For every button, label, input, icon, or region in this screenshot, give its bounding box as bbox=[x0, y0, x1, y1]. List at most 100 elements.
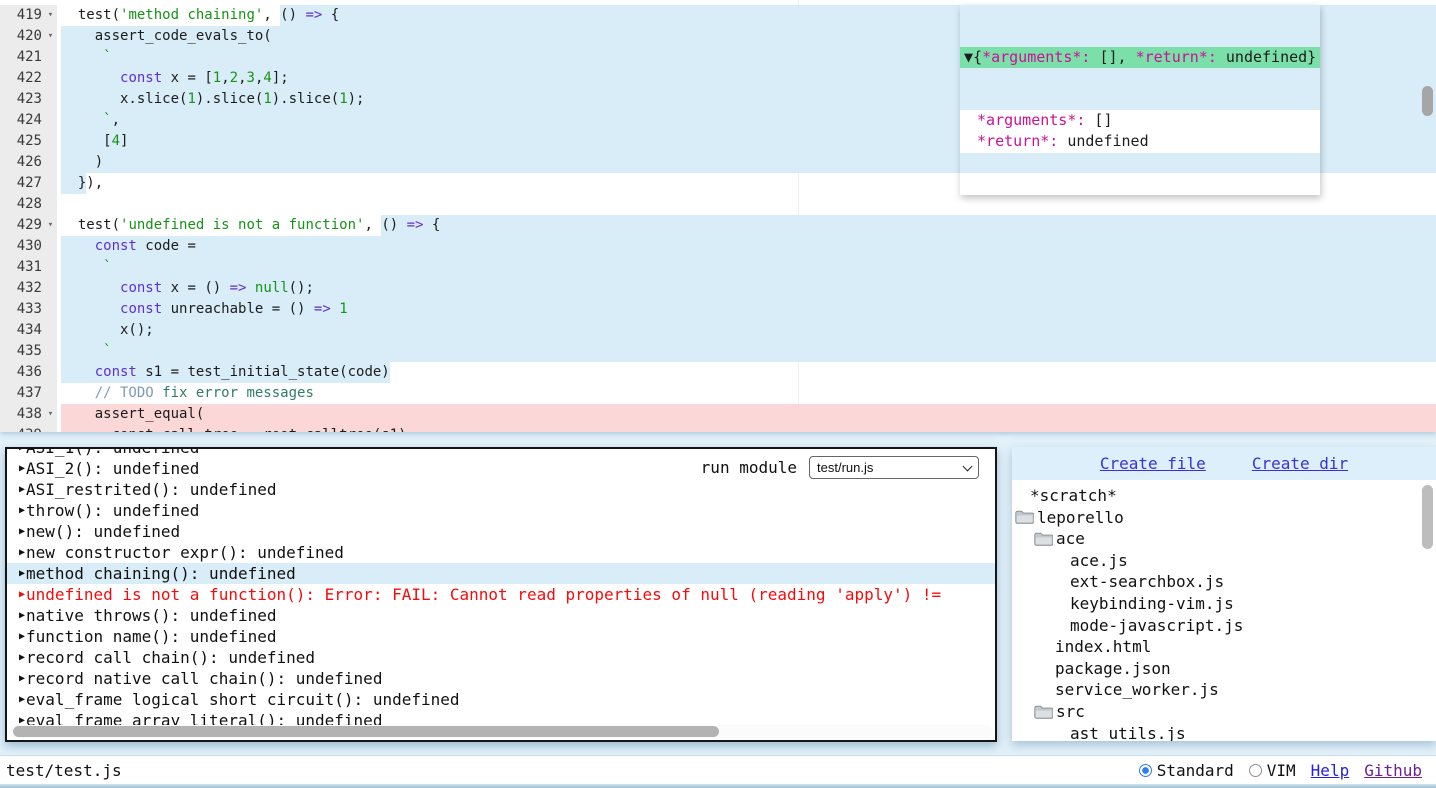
test-result-item[interactable]: ▶throw(): undefined bbox=[7, 500, 995, 521]
tree-file-item[interactable]: package.json bbox=[1012, 658, 1436, 680]
expand-arrow-icon[interactable]: ▶ bbox=[19, 605, 25, 626]
value-tooltip-row[interactable]: *return*: undefined bbox=[968, 131, 1310, 152]
code-line-content[interactable]: const s1 = test_initial_state(code) bbox=[57, 362, 1436, 383]
code-line-content[interactable]: ` bbox=[57, 341, 1436, 362]
help-link[interactable]: Help bbox=[1311, 761, 1350, 780]
fold-arrow-icon[interactable]: ▾ bbox=[44, 404, 57, 425]
tree-file-item[interactable]: index.html bbox=[1012, 636, 1436, 658]
value-tooltip-header[interactable]: ▼{*arguments*: [], *return*: undefined} bbox=[960, 47, 1320, 68]
test-result-item[interactable]: ▶record call chain(): undefined bbox=[7, 647, 995, 668]
keybinding-standard-option[interactable]: Standard bbox=[1139, 761, 1234, 780]
code-line[interactable]: 432 const x = () => null(); bbox=[0, 278, 1436, 299]
code-line-content[interactable]: const call_tree = root_calltree(s1) bbox=[57, 425, 1436, 432]
line-gutter[interactable]: 431 bbox=[0, 257, 57, 278]
code-line-content[interactable] bbox=[57, 194, 1436, 215]
code-line-content[interactable]: const unreachable = () => 1 bbox=[57, 299, 1436, 320]
tree-file-item[interactable]: service_worker.js bbox=[1012, 679, 1436, 701]
code-line-content[interactable]: const x = () => null(); bbox=[57, 278, 1436, 299]
code-line[interactable]: 435 ` bbox=[0, 341, 1436, 362]
line-gutter[interactable]: 423 bbox=[0, 89, 57, 110]
line-gutter[interactable]: 439 bbox=[0, 425, 57, 432]
results-horizontal-scrollbar-thumb[interactable] bbox=[13, 726, 719, 737]
fold-arrow-icon[interactable]: ▾ bbox=[44, 215, 57, 236]
github-link[interactable]: Github bbox=[1364, 761, 1422, 780]
code-line-content[interactable]: const code = bbox=[57, 236, 1436, 257]
value-tooltip-row[interactable]: *arguments*: [] bbox=[968, 110, 1310, 131]
radio-selected-icon[interactable] bbox=[1139, 764, 1152, 777]
test-result-item[interactable]: ▶record native call chain(): undefined bbox=[7, 668, 995, 689]
expand-arrow-icon[interactable]: ▶ bbox=[19, 626, 25, 647]
line-gutter[interactable]: 426 bbox=[0, 152, 57, 173]
tree-file-item[interactable]: ace.js bbox=[1012, 550, 1436, 572]
line-gutter[interactable]: 427 bbox=[0, 173, 57, 194]
line-gutter[interactable]: 430 bbox=[0, 236, 57, 257]
code-line-content[interactable]: // TODO fix error messages bbox=[57, 383, 1436, 404]
line-gutter[interactable]: 420▾ bbox=[0, 26, 57, 47]
tree-file-item[interactable]: keybinding-vim.js bbox=[1012, 593, 1436, 615]
code-line[interactable]: 428 bbox=[0, 194, 1436, 215]
editor-scrollbar[interactable] bbox=[1422, 86, 1433, 116]
test-result-item[interactable]: ▶eval_frame logical short circuit(): und… bbox=[7, 689, 995, 710]
expand-arrow-icon[interactable]: ▶ bbox=[19, 521, 25, 542]
code-editor[interactable]: 419▾ test('method chaining', () => {420▾… bbox=[0, 0, 1436, 432]
create-file-link[interactable]: Create file bbox=[1100, 454, 1206, 473]
test-result-item[interactable]: ▶new(): undefined bbox=[7, 521, 995, 542]
radio-unselected-icon[interactable] bbox=[1249, 764, 1262, 777]
code-line[interactable]: 434 x(); bbox=[0, 320, 1436, 341]
test-result-item[interactable]: ▶undefined is not a function(): Error: F… bbox=[7, 584, 995, 605]
expand-arrow-icon[interactable]: ▶ bbox=[19, 563, 25, 584]
test-result-item[interactable]: ▶ASI_restrited(): undefined bbox=[7, 479, 995, 500]
line-gutter[interactable]: 419▾ bbox=[0, 5, 57, 26]
line-gutter[interactable]: 438▾ bbox=[0, 404, 57, 425]
expand-arrow-icon[interactable]: ▶ bbox=[19, 668, 25, 689]
line-gutter[interactable]: 422 bbox=[0, 68, 57, 89]
keybinding-vim-option[interactable]: VIM bbox=[1249, 761, 1296, 780]
code-line[interactable]: 433 const unreachable = () => 1 bbox=[0, 299, 1436, 320]
line-gutter[interactable]: 433 bbox=[0, 299, 57, 320]
results-horizontal-scrollbar[interactable] bbox=[9, 725, 993, 738]
line-gutter[interactable]: 425 bbox=[0, 131, 57, 152]
test-result-item[interactable]: ▶native throws(): undefined bbox=[7, 605, 995, 626]
expand-arrow-icon[interactable]: ▶ bbox=[19, 479, 25, 500]
line-gutter[interactable]: 424 bbox=[0, 110, 57, 131]
line-gutter[interactable]: 434 bbox=[0, 320, 57, 341]
code-line[interactable]: 429▾ test('undefined is not a function',… bbox=[0, 215, 1436, 236]
code-line[interactable]: 431 ` bbox=[0, 257, 1436, 278]
expand-arrow-icon[interactable]: ▶ bbox=[19, 584, 25, 605]
code-line-content[interactable]: assert_equal( bbox=[57, 404, 1436, 425]
test-result-item[interactable]: ▶function name(): undefined bbox=[7, 626, 995, 647]
line-gutter[interactable]: 429▾ bbox=[0, 215, 57, 236]
file-tree-list[interactable]: *scratch*leporelloaceace.jsext-searchbox… bbox=[1012, 480, 1436, 741]
tree-file-item[interactable]: *scratch* bbox=[1012, 485, 1436, 507]
expand-arrow-icon[interactable]: ▶ bbox=[19, 647, 25, 668]
test-result-item[interactable]: ▶new constructor expr(): undefined bbox=[7, 542, 995, 563]
tree-file-item[interactable]: ext-searchbox.js bbox=[1012, 571, 1436, 593]
test-results-list[interactable]: ▶ASI_1(): undefined▶ASI_2(): undefined▶A… bbox=[7, 449, 995, 731]
tree-folder-item[interactable]: src bbox=[1012, 701, 1436, 723]
expand-arrow-icon[interactable]: ▶ bbox=[19, 500, 25, 521]
expand-arrow-icon[interactable]: ▶ bbox=[19, 689, 25, 710]
value-tooltip[interactable]: ▼{*arguments*: [], *return*: undefined} … bbox=[960, 5, 1320, 195]
code-line-content[interactable]: test('undefined is not a function', () =… bbox=[57, 215, 1436, 236]
fold-arrow-icon[interactable]: ▾ bbox=[44, 5, 57, 26]
expand-arrow-icon[interactable]: ▶ bbox=[19, 542, 25, 563]
line-gutter[interactable]: 421 bbox=[0, 47, 57, 68]
tree-file-item[interactable]: ast_utils.js bbox=[1012, 723, 1436, 741]
code-line[interactable]: 430 const code = bbox=[0, 236, 1436, 257]
line-gutter[interactable]: 437 bbox=[0, 383, 57, 404]
code-line[interactable]: 438▾ assert_equal( bbox=[0, 404, 1436, 425]
line-gutter[interactable]: 428 bbox=[0, 194, 57, 215]
run-module-select[interactable]: test/run.js bbox=[809, 456, 979, 479]
file-tree-scrollbar[interactable] bbox=[1422, 485, 1433, 549]
line-gutter[interactable]: 435 bbox=[0, 341, 57, 362]
expand-arrow-icon[interactable]: ▶ bbox=[19, 458, 25, 479]
fold-arrow-icon[interactable]: ▾ bbox=[44, 26, 57, 47]
code-line[interactable]: 439 const call_tree = root_calltree(s1) bbox=[0, 425, 1436, 432]
tree-folder-item[interactable]: ace bbox=[1012, 528, 1436, 550]
code-line-content[interactable]: x(); bbox=[57, 320, 1436, 341]
code-line[interactable]: 437 // TODO fix error messages bbox=[0, 383, 1436, 404]
test-result-item[interactable]: ▶method chaining(): undefined bbox=[7, 563, 995, 584]
tree-file-item[interactable]: mode-javascript.js bbox=[1012, 615, 1436, 637]
code-line-content[interactable]: ` bbox=[57, 257, 1436, 278]
expand-arrow-icon[interactable]: ▶ bbox=[19, 449, 25, 458]
